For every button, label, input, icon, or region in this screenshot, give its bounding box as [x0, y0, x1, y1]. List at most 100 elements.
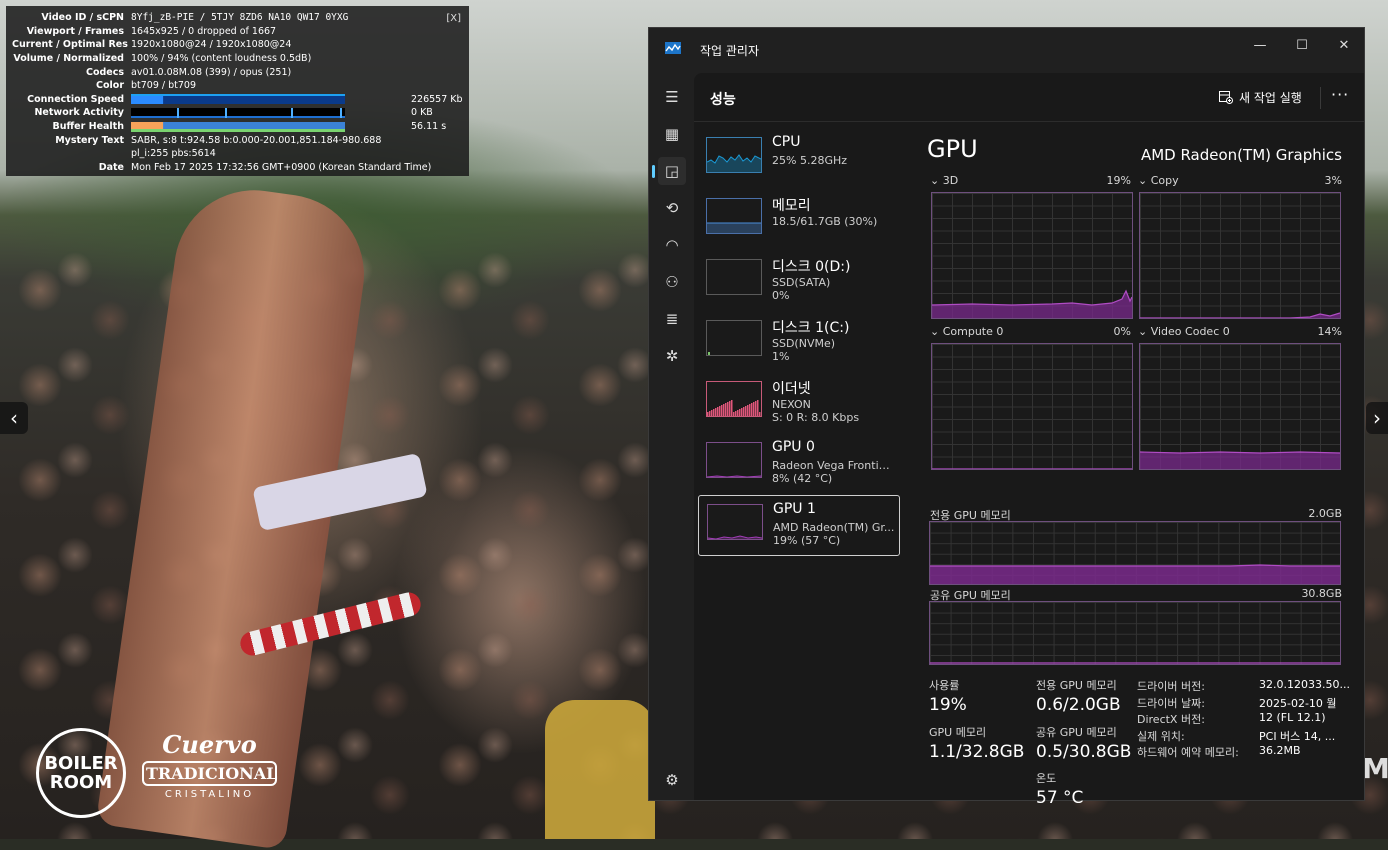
close-icon: ✕: [1338, 37, 1350, 53]
stats-row: Date Mon Feb 17 2025 17:32:56 GMT+0900 (…: [12, 161, 463, 175]
close-button[interactable]: ✕: [1330, 33, 1358, 57]
engine-label: 3D: [942, 174, 959, 187]
device-thumbnail-graph: [706, 442, 762, 478]
stats-row: Color bt709 / bt709: [12, 79, 463, 93]
prev-arrow-button[interactable]: ‹: [0, 402, 28, 434]
device-name: CPU: [772, 134, 801, 150]
hamburger-icon: ☰: [665, 88, 679, 106]
engine-selector[interactable]: ⌄ 3D: [930, 174, 958, 187]
stats-row: pl_i:255 pbs:5614: [12, 147, 463, 161]
info-value: 36.2MB: [1259, 744, 1301, 757]
info-value: PCI 버스 14, ...: [1259, 729, 1336, 743]
gpu-memory-label: GPU 메모리: [929, 726, 987, 739]
engine-selector[interactable]: ⌄ Compute 0: [930, 325, 1003, 338]
page-header: 성능 새 작업 실행 ···: [694, 73, 1364, 122]
device-thumbnail-graph: [706, 259, 762, 295]
engine-selector[interactable]: ⌄ Copy: [1138, 174, 1179, 187]
engine-label: Video Codec 0: [1150, 325, 1230, 338]
dedicated-memory-series: [930, 564, 1340, 584]
stats-row: Video ID / sCPN 8Yfj_zB-PIE / 5TJY 8ZD6 …: [12, 11, 463, 25]
device-name: 메모리: [772, 198, 811, 214]
device-item-2[interactable]: 디스크 0(D:) SSD(SATA) 0%: [698, 251, 900, 312]
gpu-title: GPU: [927, 135, 978, 163]
usage-label: 사용률: [929, 679, 960, 692]
stats-bar: [131, 121, 345, 132]
engine-label: Copy: [1150, 174, 1179, 187]
info-key: 드라이버 날짜:: [1137, 696, 1205, 710]
edge-text: M: [1362, 752, 1388, 785]
run-new-task-button[interactable]: 새 작업 실행: [1219, 89, 1302, 106]
stats-value: Mon Feb 17 2025 17:32:56 GMT+0900 (Korea…: [131, 161, 432, 173]
dedicated-memory-graph: [929, 521, 1341, 585]
nav-rail: ☰ ▦ ◲ ⟲ ◠ ⚇ ≣ ✲ ⚙: [649, 73, 693, 800]
maximize-icon: ☐: [1296, 37, 1308, 53]
details-list-icon: ≣: [665, 310, 679, 328]
logo-text: TRADICIONAL: [142, 761, 277, 786]
engine-percent: 3%: [1324, 174, 1342, 187]
more-options-button[interactable]: ···: [1331, 85, 1349, 104]
nav-settings[interactable]: ⚙: [658, 766, 686, 794]
chevron-down-icon: ⌄: [930, 325, 943, 338]
chevron-left-icon: ‹: [10, 406, 18, 430]
stats-value: 1645x925 / 0 dropped of 1667: [131, 25, 277, 37]
info-key: DirectX 버전:: [1137, 713, 1205, 726]
dedicated-memory-max: 2.0GB: [1308, 507, 1342, 520]
cuervo-logo: Cuervo TRADICIONAL CRISTALINO: [142, 730, 277, 800]
engine-series: [1140, 312, 1340, 318]
nav-processes[interactable]: ▦: [658, 120, 686, 148]
info-key: 하드웨어 예약 메모리:: [1137, 746, 1239, 759]
device-item-3[interactable]: 디스크 1(C:) SSD(NVMe) 1%: [698, 312, 900, 373]
engine-label: Compute 0: [942, 325, 1004, 338]
title-bar[interactable]: 작업 관리자 — ☐ ✕: [649, 28, 1364, 73]
stats-value: bt709 / bt709: [131, 80, 197, 92]
device-item-5[interactable]: GPU 0 Radeon Vega Frontie... 8% (42 °C): [698, 434, 900, 495]
task-manager-icon: [665, 42, 681, 54]
speedometer-icon: ◠: [665, 236, 679, 254]
device-item-0[interactable]: CPU 25% 5.28GHz: [698, 129, 900, 190]
shared-usage-value: 0.5/30.8GB: [1036, 742, 1132, 762]
stats-row: Buffer Health 56.11 s: [12, 120, 463, 134]
stats-key: Date: [98, 161, 124, 173]
device-name: 디스크 1(C:): [772, 320, 850, 336]
engine-graph: [1139, 192, 1341, 319]
engine-selector[interactable]: ⌄ Video Codec 0: [1138, 325, 1230, 338]
minimize-button[interactable]: —: [1246, 33, 1274, 57]
engine-graph: [931, 343, 1133, 470]
menu-button[interactable]: ☰: [658, 83, 686, 111]
nav-users[interactable]: ⚇: [658, 268, 686, 296]
nav-app-history[interactable]: ⟲: [658, 194, 686, 222]
shared-memory-max: 30.8GB: [1301, 587, 1342, 600]
device-detail: SSD(SATA): [772, 276, 831, 289]
stats-close-button[interactable]: [X]: [446, 13, 461, 24]
device-detail: NEXON: [772, 398, 811, 411]
stats-value: 8Yfj_zB-PIE / 5TJY 8ZD6 NA10 QW17 0YXG: [131, 12, 349, 24]
device-detail: 0%: [772, 289, 790, 302]
stats-value: 1920x1080@24 / 1920x1080@24: [131, 39, 292, 51]
nav-services[interactable]: ✲: [658, 342, 686, 370]
device-detail: 8% (42 °C): [772, 472, 833, 485]
processes-icon: ▦: [664, 125, 680, 143]
gpu-device-name: AMD Radeon(TM) Graphics: [1140, 146, 1342, 164]
task-manager-window[interactable]: 작업 관리자 — ☐ ✕ ☰ ▦ ◲ ⟲ ◠ ⚇ ≣ ✲ ⚙ 성능 새 작업 실…: [648, 27, 1365, 808]
next-arrow-button[interactable]: ›: [1366, 402, 1388, 434]
nav-startup-apps[interactable]: ◠: [658, 231, 686, 259]
device-item-6[interactable]: GPU 1 AMD Radeon(TM) Gr... 19% (57 °C): [698, 495, 900, 556]
stats-key: Buffer Health: [52, 121, 124, 133]
engine-percent: 19%: [1106, 174, 1131, 187]
dedicated-usage-value: 0.6/2.0GB: [1036, 695, 1121, 715]
nav-details[interactable]: ≣: [658, 305, 686, 333]
info-key: 드라이버 버전:: [1137, 680, 1205, 693]
device-detail: 18.5/61.7GB (30%): [772, 215, 878, 228]
logo-text: ROOM: [49, 772, 113, 793]
performance-icon: ◲: [664, 162, 680, 180]
nav-performance[interactable]: ◲: [652, 157, 686, 185]
maximize-button[interactable]: ☐: [1288, 33, 1316, 57]
device-item-4[interactable]: 이더넷 NEXON S: 0 R: 8.0 Kbps: [698, 373, 900, 434]
chevron-down-icon: ⌄: [1138, 174, 1151, 187]
gear-icon: ⚙: [665, 771, 679, 789]
stats-key: Mystery Text: [55, 134, 124, 146]
device-item-1[interactable]: 메모리 18.5/61.7GB (30%): [698, 190, 900, 251]
shared-memory-graph: [929, 601, 1341, 665]
window-title: 작업 관리자: [700, 44, 760, 58]
device-detail: 25% 5.28GHz: [772, 154, 848, 167]
